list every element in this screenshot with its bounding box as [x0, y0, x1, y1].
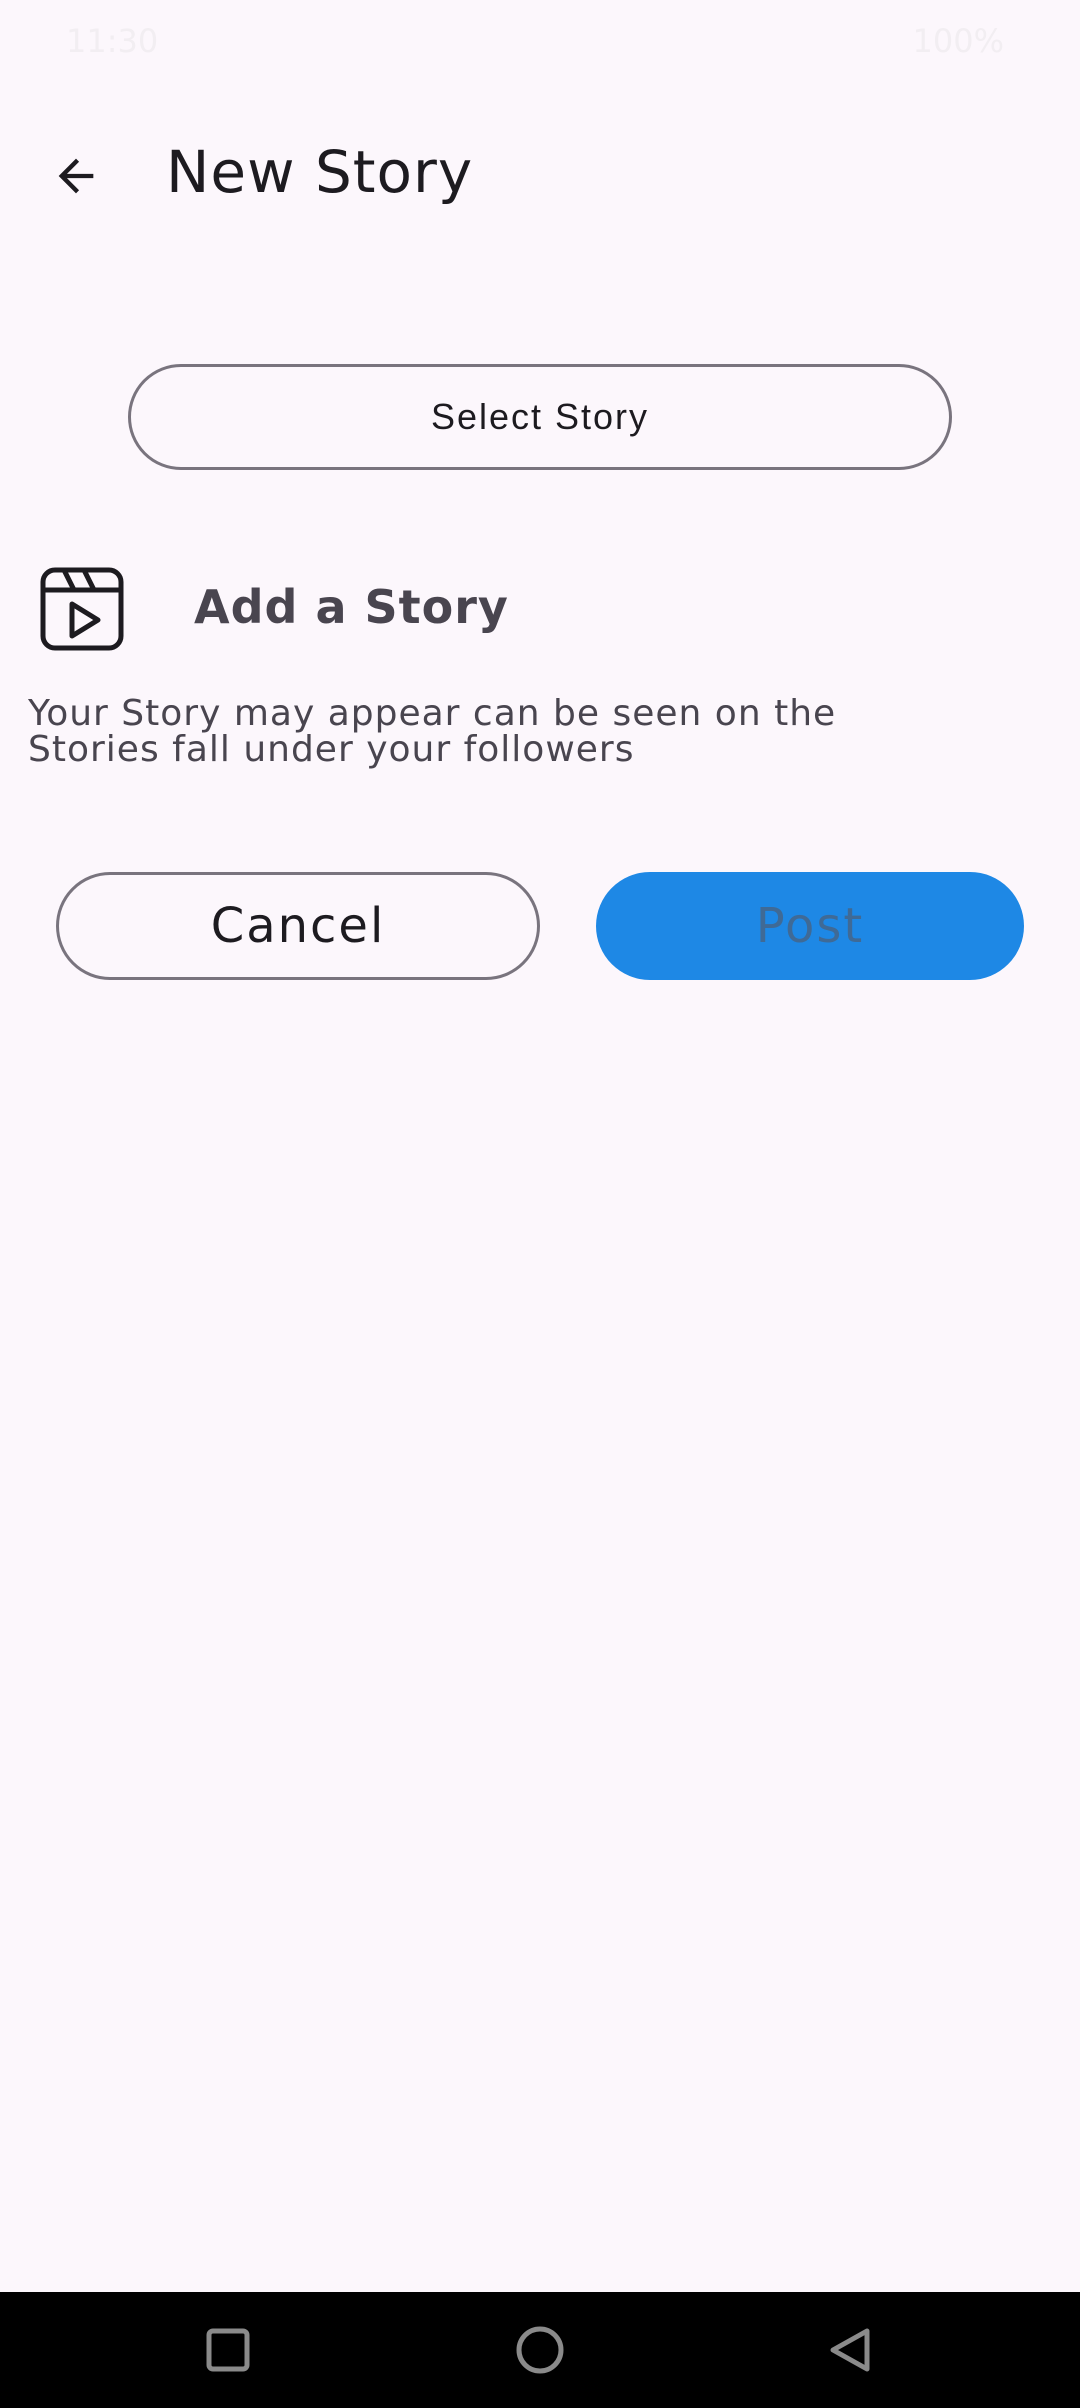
top-app-bar: New Story	[0, 110, 1080, 240]
nav-back-button[interactable]	[816, 2316, 884, 2384]
cancel-button[interactable]: Cancel	[56, 872, 540, 980]
new-story-screen: 11:30 100% New Story Select Story Add a …	[0, 0, 1080, 2408]
back-button[interactable]	[40, 140, 112, 212]
post-button[interactable]: Post	[596, 872, 1024, 980]
square-icon	[206, 2328, 250, 2372]
triangle-back-icon	[830, 2328, 870, 2372]
nav-recents-button[interactable]	[194, 2316, 262, 2384]
add-story-row: Add a Story	[0, 560, 1080, 660]
circle-icon	[516, 2326, 564, 2374]
nav-home-button[interactable]	[506, 2316, 574, 2384]
page-title: New Story	[166, 138, 474, 206]
status-time: 11:30	[66, 22, 159, 60]
add-story-label: Add a Story	[194, 580, 509, 634]
select-story-button[interactable]: Select Story	[128, 364, 952, 470]
system-navigation-bar	[0, 2292, 1080, 2408]
status-bar: 11:30 100%	[0, 0, 1080, 90]
description-line-2: Stories fall under your followers	[28, 729, 635, 770]
story-description: Your Story may appear can be seen on the…	[28, 696, 1028, 768]
clapperboard-play-icon	[40, 567, 124, 651]
description-line-1: Your Story may appear can be seen on the	[28, 693, 837, 734]
arrow-back-icon	[58, 158, 94, 194]
status-battery: 100%	[912, 22, 1004, 60]
